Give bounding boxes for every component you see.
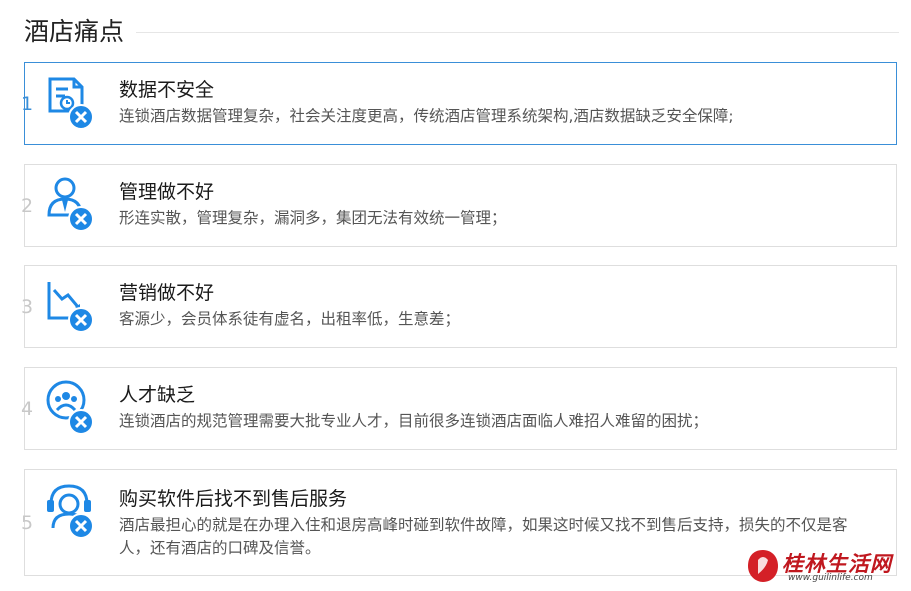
item-title: 人才缺乏 xyxy=(119,384,196,406)
header-divider xyxy=(24,32,899,33)
item-title: 数据不安全 xyxy=(119,79,215,101)
section-header: 酒店痛点 xyxy=(24,14,899,50)
customer-support-icon xyxy=(45,482,99,542)
talent-team-icon xyxy=(45,378,99,438)
item-description: 客源少，会员体系徒有虚名，出租率低，生意差； xyxy=(119,310,461,328)
pain-point-card-1[interactable]: 1 数据不安全 连锁酒店数据管理复杂，社会关注度更高，传统酒店管理系统架构,酒店… xyxy=(21,62,897,145)
watermark-logo: 桂林生活网 www.guilinlife.com xyxy=(746,546,908,586)
pain-point-card-4[interactable]: 4 人才缺乏 连锁酒店的规范管理需要大批专业人才，目前很多连锁酒店面临人难招人难… xyxy=(21,367,897,450)
pain-point-card-3[interactable]: 3 营销做不好 客源少，会员体系徒有虚名，出租率低，生意差； xyxy=(21,265,897,348)
data-security-icon xyxy=(45,73,99,133)
section-title: 酒店痛点 xyxy=(24,14,137,50)
declining-chart-icon xyxy=(45,276,99,336)
pain-point-card-2[interactable]: 2 管理做不好 形连实散，管理复杂，漏洞多，集团无法有效统一管理； xyxy=(21,164,897,247)
item-description: 形连实散，管理复杂，漏洞多，集团无法有效统一管理； xyxy=(119,209,507,227)
item-number: 4 xyxy=(20,398,34,420)
item-number: 2 xyxy=(20,195,34,217)
item-number: 3 xyxy=(20,296,34,318)
item-title: 营销做不好 xyxy=(119,282,215,304)
item-title: 管理做不好 xyxy=(119,181,215,203)
staff-management-icon xyxy=(45,175,99,235)
watermark-url: www.guilinlife.com xyxy=(788,573,873,583)
item-number: 5 xyxy=(20,512,34,534)
item-number: 1 xyxy=(20,93,34,115)
item-title: 购买软件后找不到售后服务 xyxy=(119,488,348,510)
item-description: 连锁酒店数据管理复杂，社会关注度更高，传统酒店管理系统架构,酒店数据缺乏安全保障… xyxy=(119,107,734,125)
item-description: 连锁酒店的规范管理需要大批专业人才，目前很多连锁酒店面临人难招人难留的困扰； xyxy=(119,412,709,430)
